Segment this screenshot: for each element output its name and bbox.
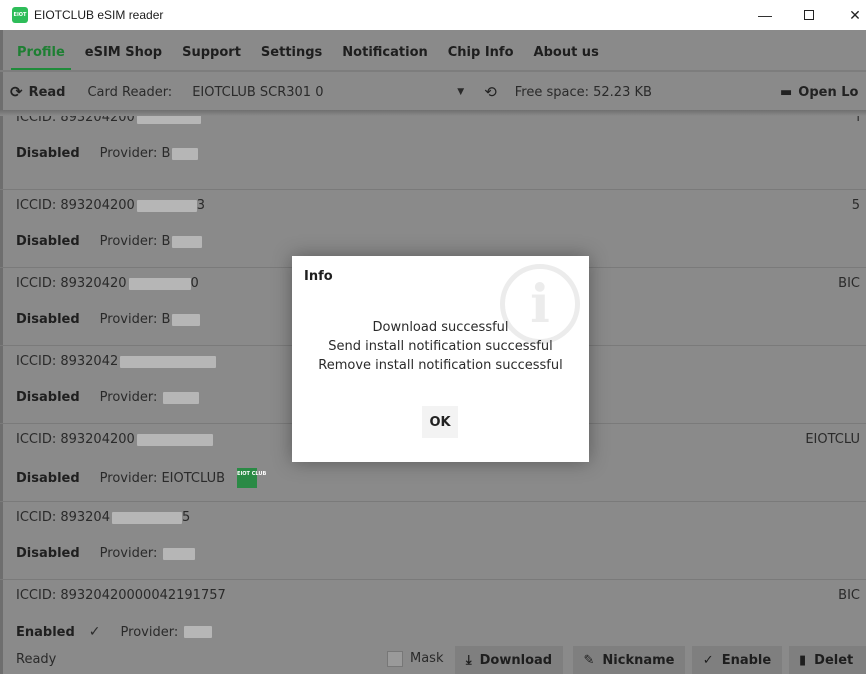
tab-notification[interactable]: Notification (342, 36, 427, 68)
provider-text: Provider: (100, 546, 196, 561)
profile-state-row: Disabled Provider: (16, 390, 200, 405)
provider-text: Provider: (100, 390, 200, 405)
title-bar: EIOT EIOTCLUB eSIM reader — ✕ (0, 0, 866, 30)
tab-bar: Profile eSIM Shop Support Settings Notif… (0, 36, 866, 71)
tab-support[interactable]: Support (182, 36, 241, 68)
profile-state: Disabled (16, 234, 80, 249)
profile-state-row: Disabled Provider: B (16, 234, 203, 249)
card-reader-value: EIOTCLUB SCR301 0 (192, 84, 324, 100)
trash-icon: ▮ (799, 652, 807, 668)
open-log-button[interactable]: ▬ Open Lo (780, 85, 858, 100)
card-reader-select[interactable]: EIOTCLUB SCR301 0 ▼ (192, 79, 468, 105)
list-item[interactable]: ICCID: 89320420000042191757 BIC Enabled … (0, 580, 866, 640)
maximize-icon (804, 10, 814, 20)
provider-text: Provider: EIOTCLUB (99, 470, 226, 486)
mask-label: Mask (410, 651, 444, 666)
download-icon: ⤓ (465, 652, 472, 668)
pencil-icon: ✎ (583, 652, 595, 668)
dialog-message: Download successful Send install notific… (292, 318, 589, 375)
list-item[interactable]: ICCID: 893204 5 Disabled Provider: (0, 502, 866, 580)
profile-state: Disabled (16, 312, 80, 327)
tab-settings[interactable]: Settings (261, 36, 322, 68)
dialog-message-line: Remove install notification successful (318, 358, 563, 373)
nickname-text: EIOTCLU (805, 432, 860, 447)
profile-state: Disabled (16, 146, 80, 161)
profile-state: Disabled (16, 546, 80, 561)
iccid-text: ICCID: 893204200 3 (16, 198, 206, 213)
minimize-button[interactable]: — (742, 0, 788, 30)
profile-state-row: Enabled ✓ Provider: (16, 624, 213, 640)
close-button[interactable]: ✕ (832, 0, 866, 30)
iccid-text: ICCID: 8932042 (16, 354, 217, 369)
tab-about-us[interactable]: About us (534, 36, 599, 68)
tab-chip-info[interactable]: Chip Info (448, 36, 514, 68)
checkmark-icon: ✓ (88, 624, 101, 640)
open-log-label: Open Lo (798, 84, 859, 100)
enable-label: Enable (721, 652, 772, 668)
nickname-label: Nickname (602, 652, 675, 668)
card-reader-label: Card Reader: (87, 84, 173, 100)
iccid-text: ICCID: 893204200 (16, 116, 201, 125)
status-text: Ready (16, 651, 57, 667)
toolbar: ⟳ Read Card Reader: EIOTCLUB SCR301 0 ▼ … (0, 76, 866, 108)
chevron-down-icon: ▼ (457, 87, 465, 97)
tab-divider (0, 70, 866, 72)
provider-text: Provider: B (100, 234, 203, 249)
provider-text: Provider: B (100, 312, 201, 327)
provider-text: Provider: (121, 625, 213, 640)
nickname-text: l (856, 116, 860, 125)
nickname-text: 5 (851, 198, 860, 213)
dialog-message-line: Send install notification successful (328, 339, 553, 354)
app-logo-icon: EIOT (12, 7, 28, 23)
free-space-text: Free space: 52.23 KB (514, 84, 652, 100)
scan-reader-icon[interactable]: ⟲ (484, 83, 497, 101)
list-item[interactable]: ICCID: 893204200 l Disabled Provider: B (0, 116, 866, 190)
folder-icon: ▬ (780, 84, 793, 100)
iccid-text: ICCID: 89320420000042191757 (16, 588, 226, 603)
download-label: Download (479, 652, 553, 668)
profile-state: Disabled (16, 470, 80, 486)
status-bar: Ready Mask ⤓ Download ✎ Nickname ✓ Enabl… (0, 644, 866, 674)
profile-state: Disabled (16, 390, 80, 405)
refresh-arrow-icon: ⟳ (10, 83, 23, 101)
dialog-message-line: Download successful (372, 320, 509, 335)
iccid-text: ICCID: 893204200 (16, 432, 213, 447)
nickname-text: BIC (838, 276, 860, 291)
download-button[interactable]: ⤓ Download (455, 646, 563, 674)
provider-text: Provider: B (100, 146, 199, 161)
nickname-button[interactable]: ✎ Nickname (573, 646, 685, 674)
read-button-label: Read (28, 84, 66, 100)
profile-state-row: Disabled Provider: EIOTCLUB EIOT CLUB (16, 468, 266, 488)
dialog-title: Info (304, 269, 333, 284)
window-title: EIOTCLUB eSIM reader (34, 8, 164, 22)
ok-button[interactable]: OK (422, 406, 458, 438)
tab-esim-shop[interactable]: eSIM Shop (85, 36, 162, 68)
iccid-text: ICCID: 893204 5 (16, 510, 191, 525)
iccid-text: ICCID: 893204200 (16, 276, 199, 291)
check-icon: ✓ (702, 652, 714, 668)
nickname-text: BIC (838, 588, 860, 603)
profile-state: Enabled (16, 624, 75, 640)
profile-state-row: Disabled Provider: B (16, 146, 199, 161)
info-dialog: i Info Download successful Send install … (292, 256, 589, 462)
profile-state-row: Disabled Provider: (16, 546, 196, 561)
maximize-button[interactable] (786, 0, 832, 30)
mask-checkbox[interactable] (387, 651, 403, 667)
profile-state-row: Disabled Provider: B (16, 312, 201, 327)
tab-profile[interactable]: Profile (11, 36, 71, 71)
delete-button[interactable]: ▮ Delet (789, 646, 866, 674)
eiotclub-logo-icon: EIOT CLUB (237, 468, 266, 488)
delete-label: Delet (814, 652, 854, 668)
read-button[interactable]: ⟳ Read (10, 83, 65, 101)
enable-button[interactable]: ✓ Enable (692, 646, 782, 674)
